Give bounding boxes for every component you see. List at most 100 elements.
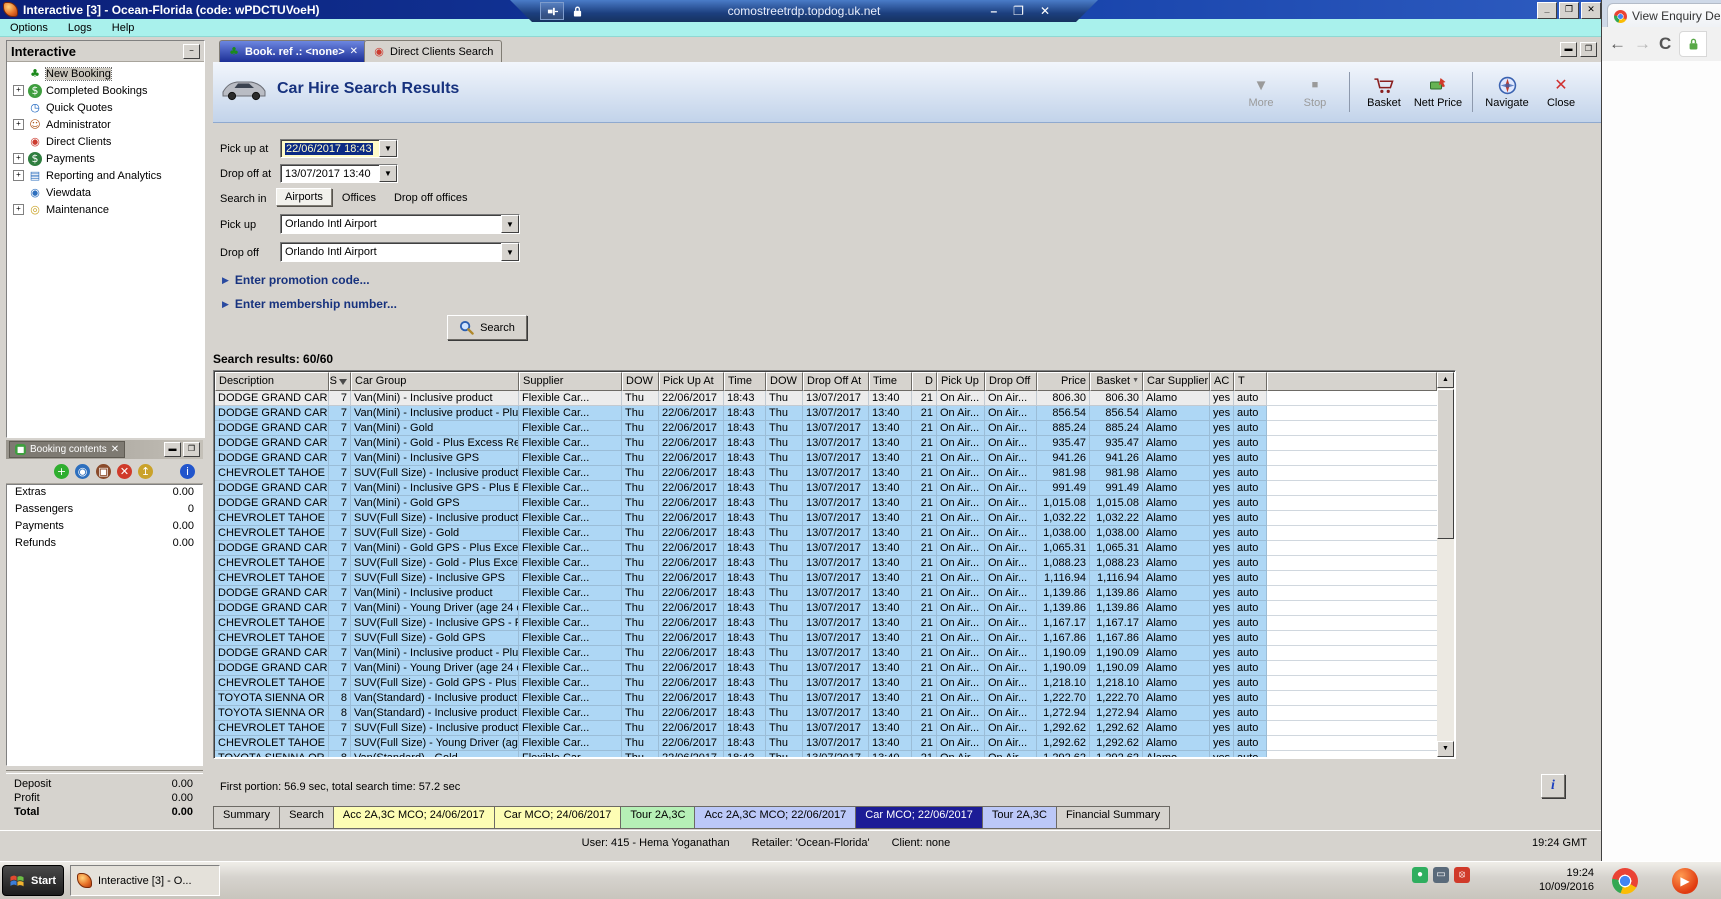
delete-icon[interactable]: ✕ — [117, 463, 132, 479]
tree-expand-icon[interactable]: + — [13, 153, 24, 164]
table-row[interactable]: CHEVROLET TAHOE ... 7 SUV(Full Size) - Gol… — [215, 556, 1437, 571]
browser-refresh-icon[interactable]: C — [1659, 34, 1671, 54]
dropoff-at-field[interactable]: 13/07/2017 13:40 ▼ — [280, 164, 398, 183]
scroll-up-icon[interactable]: ▲ — [1437, 372, 1454, 388]
add-icon[interactable]: + — [54, 463, 69, 479]
column-header-dow[interactable]: DOW — [766, 372, 803, 391]
document-tab-inactive[interactable]: ◉ Direct Clients Search — [364, 40, 503, 62]
bottom-tab-tour-2a-3c[interactable]: Tour 2A,3C — [982, 806, 1057, 829]
table-row[interactable]: DODGE GRAND CAR... 7 Van(Mini) - Inclusive… — [215, 586, 1437, 601]
search-in-option-airports[interactable]: Airports — [276, 188, 332, 206]
table-row[interactable]: DODGE GRAND CAR... 7 Van(Mini) - Gold GPS F… — [215, 496, 1437, 511]
bottom-tab-car-mco-22-06-2017[interactable]: Car MCO; 22/06/2017 — [856, 806, 983, 829]
menu-item-options[interactable]: Options — [0, 21, 58, 35]
taskbar-clock[interactable]: 19:24 10/09/2016 — [1524, 866, 1594, 894]
table-row[interactable]: TOYOTA SIENNA OR ...8Van(Standard) - Gol… — [215, 751, 1437, 757]
table-row[interactable]: CHEVROLET TAHOE ... 7 SUV(Full Size) - You… — [215, 736, 1437, 751]
bottom-tab-search[interactable]: Search — [280, 806, 334, 829]
table-row[interactable]: DODGE GRAND CAR... 7 Van(Mini) - Inclusive… — [215, 481, 1437, 496]
panel-maximize-button[interactable]: ❐ — [183, 442, 200, 457]
table-row[interactable]: DODGE GRAND CAR... 7 Van(Mini) - Gold Flexi… — [215, 421, 1437, 436]
table-row[interactable]: CHEVROLET TAHOE ... 7 SUV(Full Size) - Gol… — [215, 631, 1437, 646]
sidebar-item-reporting-and-analytics[interactable]: + ▤ Reporting and Analytics — [7, 167, 204, 184]
column-header-drop-off-at[interactable]: Drop Off At — [803, 372, 869, 391]
scroll-down-icon[interactable]: ▼ — [1437, 741, 1454, 757]
column-header-pick-up[interactable]: Pick Up — [937, 372, 985, 391]
table-row[interactable]: CHEVROLET TAHOE ... 7 SUV(Full Size) - Gol… — [215, 526, 1437, 541]
scrollbar-thumb[interactable] — [1437, 389, 1454, 539]
bottom-tab-car-mco-24-06-2017[interactable]: Car MCO; 24/06/2017 — [494, 806, 622, 829]
bottom-tab-summary[interactable]: Summary — [213, 806, 281, 829]
table-row[interactable]: DODGE GRAND CAR... 7 Van(Mini) - Young Dri… — [215, 661, 1437, 676]
globe-icon[interactable]: ◉ — [75, 463, 90, 479]
pickup-dropdown-icon[interactable]: ▼ — [501, 215, 519, 233]
bottom-tab-tour-2a-3c[interactable]: Tour 2A,3C — [621, 806, 696, 829]
promotion-code-expander[interactable]: ▶ Enter promotion code... — [222, 273, 370, 287]
menu-item-logs[interactable]: Logs — [58, 21, 102, 35]
nett-price-button[interactable]: Nett Price — [1412, 75, 1464, 109]
booking-contents-tab[interactable]: ■ Booking contents ✕ — [9, 441, 126, 458]
sidebar-item-payments[interactable]: + $ Payments — [7, 150, 204, 167]
column-header-dow[interactable]: DOW — [622, 372, 659, 391]
menu-item-help[interactable]: Help — [102, 21, 145, 35]
table-row[interactable]: CHEVROLET TAHOE ... 7 SUV(Full Size) - Inc… — [215, 511, 1437, 526]
table-row[interactable]: CHEVROLET TAHOE ... 7 SUV(Full Size) - Inc… — [215, 571, 1437, 586]
sidebar-item-direct-clients[interactable]: +◉Direct Clients — [7, 133, 204, 150]
table-row[interactable]: CHEVROLET TAHOE ... 7 SUV(Full Size) - Inc… — [215, 616, 1437, 631]
sidebar-item-completed-bookings[interactable]: + $ Completed Bookings — [7, 82, 204, 99]
column-header-drop-off[interactable]: Drop Off — [985, 372, 1037, 391]
membership-number-expander[interactable]: ▶ Enter membership number... — [222, 297, 397, 311]
mdi-restore-button[interactable]: ❐ — [1580, 42, 1597, 57]
table-row[interactable]: DODGE GRAND CAR... 7 Van(Mini) - Young Dri… — [215, 601, 1437, 616]
search-in-option-drop-off-offices[interactable]: Drop off offices — [386, 190, 476, 206]
column-header-car-group[interactable]: Car Group — [351, 372, 519, 391]
booking-contents-row-extras[interactable]: Extras 0.00 — [7, 485, 202, 502]
dropoff-dropdown-icon[interactable]: ▼ — [501, 243, 519, 261]
tab-close-icon[interactable]: ✕ — [350, 46, 358, 57]
window-close-button[interactable]: ✕ — [1581, 2, 1601, 19]
browser-tab[interactable]: View Enquiry De — [1607, 3, 1721, 28]
taskbar-browser-icon[interactable] — [1612, 868, 1638, 894]
basket-small-icon[interactable]: ▣ — [96, 463, 111, 479]
rdp-close-icon[interactable]: ✕ — [1040, 4, 1050, 18]
column-header-car-supplier[interactable]: Car Supplier — [1143, 372, 1210, 391]
tray-messenger-icon[interactable]: ● — [1412, 867, 1428, 883]
tray-alert-icon[interactable]: ⦻ — [1454, 867, 1470, 883]
table-row[interactable]: TOYOTA SIENNA OR ... 8 Van(Standard) - Inc… — [215, 706, 1437, 721]
bottom-tab-acc-2a-3c-mco-22-06-2017[interactable]: Acc 2A,3C MCO; 22/06/2017 — [695, 806, 857, 829]
table-row[interactable]: CHEVROLET TAHOE ... 7 SUV(Full Size) - Inc… — [215, 466, 1437, 481]
close-button[interactable]: ✕ Close — [1535, 75, 1587, 109]
basket-button[interactable]: Basket — [1358, 75, 1410, 109]
column-header-ac[interactable]: AC — [1210, 372, 1234, 391]
browser-back-icon[interactable]: ← — [1609, 34, 1626, 54]
search-button[interactable]: Search — [447, 315, 527, 340]
vertical-scrollbar[interactable]: ▲ ▼ — [1437, 372, 1454, 757]
booking-contents-row-payments[interactable]: Payments 0.00 — [7, 519, 202, 536]
tree-expand-icon[interactable]: + — [13, 204, 24, 215]
navigate-button[interactable]: Navigate — [1481, 75, 1533, 109]
document-tab-active[interactable]: ♣ Book. ref .: <none> ✕ — [219, 40, 368, 62]
pickup-combobox[interactable]: Orlando Intl Airport ▼ — [280, 214, 520, 234]
column-header-time[interactable]: Time — [869, 372, 912, 391]
bottom-tab-financial-summary[interactable]: Financial Summary — [1056, 806, 1171, 829]
rdp-restore-icon[interactable]: ❐ — [1013, 4, 1024, 18]
sidebar-item-quick-quotes[interactable]: +◷Quick Quotes — [7, 99, 204, 116]
column-header-t[interactable]: T — [1234, 372, 1267, 391]
dropoff-combobox[interactable]: Orlando Intl Airport ▼ — [280, 242, 520, 262]
tree-expand-icon[interactable]: + — [13, 85, 24, 96]
sidebar-item-new-booking[interactable]: +♣New Booking — [7, 65, 204, 82]
panel-minimize-button[interactable]: ▬ — [164, 442, 181, 457]
sidebar-item-administrator[interactable]: + ☺ Administrator — [7, 116, 204, 133]
table-row[interactable]: DODGE GRAND CAR... 7 Van(Mini) - Inclusive… — [215, 391, 1437, 406]
booking-contents-row-passengers[interactable]: Passengers 0 — [7, 502, 202, 519]
table-row[interactable]: CHEVROLET TAHOE ... 7 SUV(Full Size) - Inc… — [215, 721, 1437, 736]
rdp-minimize-icon[interactable]: – — [990, 4, 997, 18]
column-header-time[interactable]: Time — [724, 372, 766, 391]
tray-display-icon[interactable]: ▭ — [1433, 867, 1449, 883]
info-icon[interactable]: i — [180, 463, 195, 479]
sidebar-item-maintenance[interactable]: + ◎ Maintenance — [7, 201, 204, 218]
column-header-description[interactable]: Description — [215, 372, 329, 391]
column-header-s[interactable]: S — [329, 372, 351, 391]
panel-collapse-button[interactable]: − — [183, 43, 200, 59]
pickup-at-field[interactable]: 22/06/2017 18:43 ▼ — [280, 139, 398, 158]
